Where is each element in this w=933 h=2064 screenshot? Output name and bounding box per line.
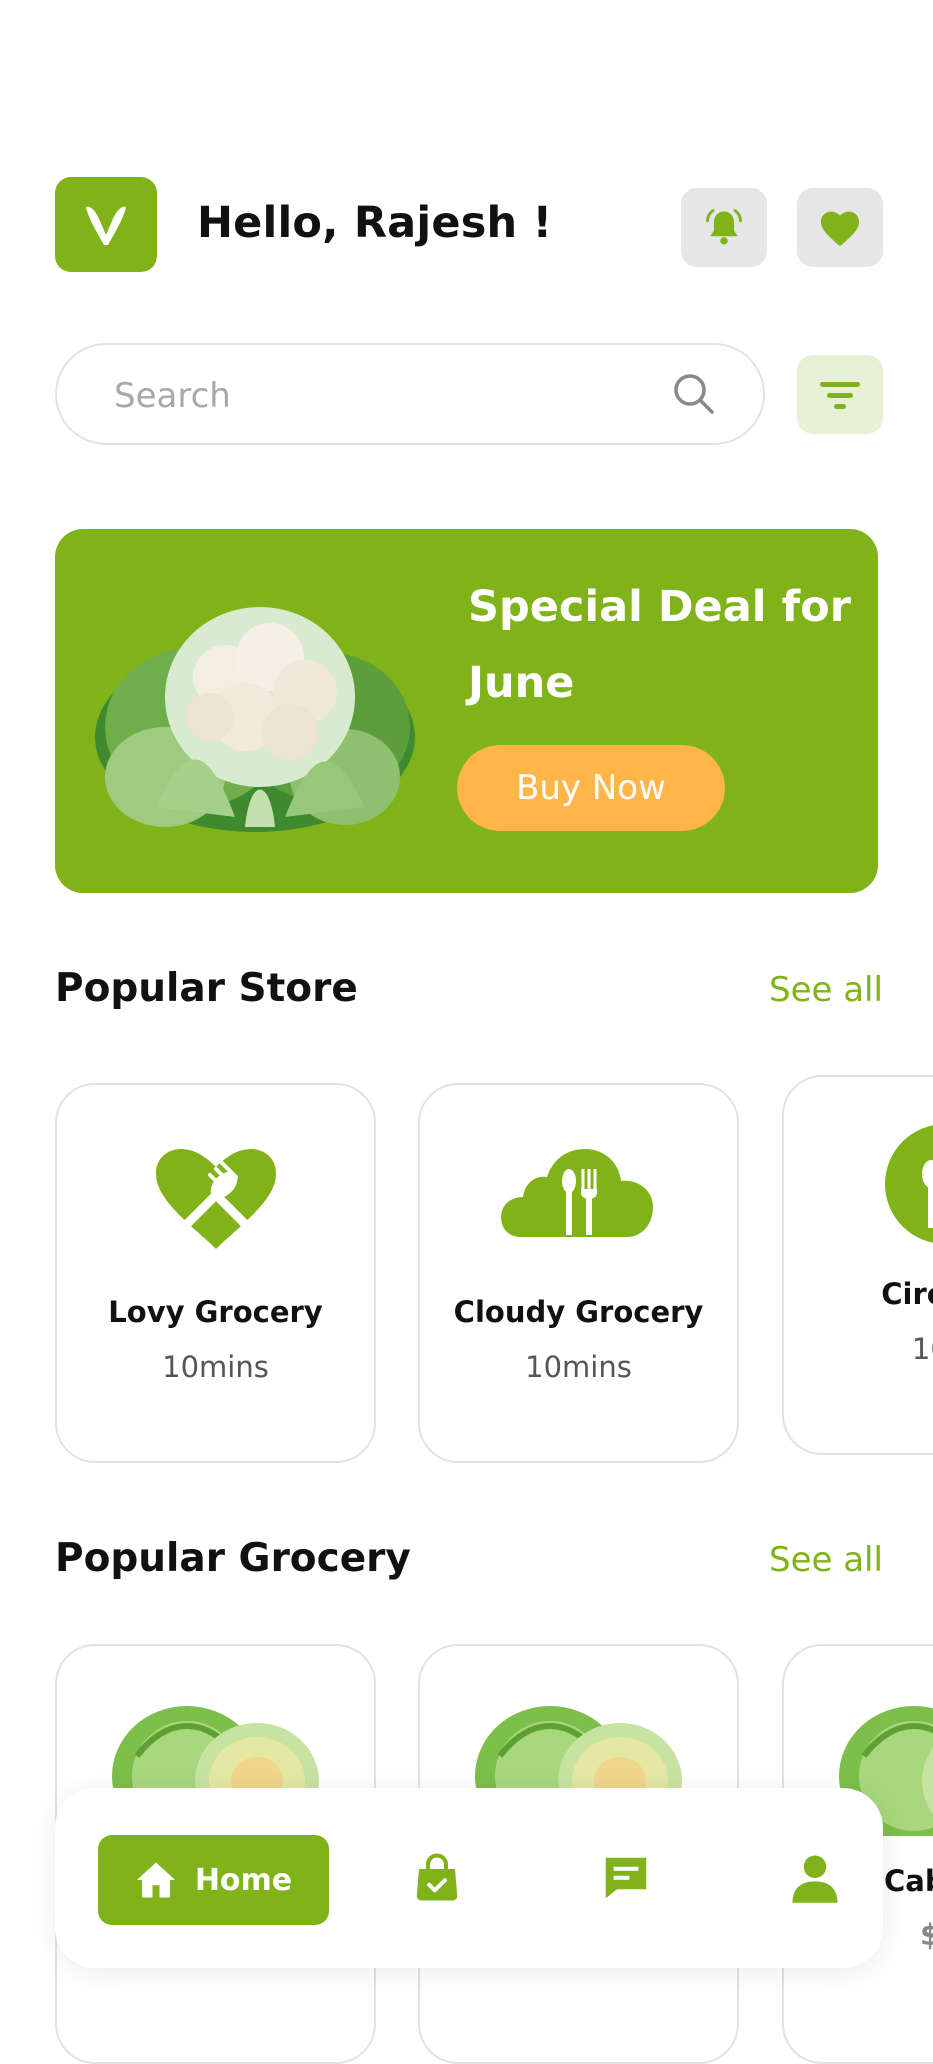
- bottom-navigation: Home: [55, 1788, 883, 1968]
- store-time: 10m: [784, 1332, 933, 1366]
- bell-icon: [702, 206, 746, 250]
- app-logo: [55, 177, 157, 272]
- popular-store-see-all[interactable]: See all: [769, 970, 883, 1010]
- store-name: Cloudy Grocery: [420, 1295, 737, 1329]
- grocery-name: Cab: [884, 1864, 933, 1898]
- store-card[interactable]: Circlo G 10m: [782, 1075, 933, 1455]
- buy-now-button[interactable]: Buy Now: [457, 745, 725, 831]
- search-icon[interactable]: [670, 370, 718, 418]
- nav-home-label: Home: [195, 1863, 292, 1898]
- nav-messages-button[interactable]: [596, 1848, 656, 1908]
- popular-grocery-see-all[interactable]: See all: [769, 1540, 883, 1580]
- search-bar[interactable]: [55, 343, 765, 445]
- heart-icon: [818, 208, 862, 248]
- favorites-button[interactable]: [797, 188, 883, 267]
- circle-utensils-icon: [883, 1122, 933, 1246]
- store-card[interactable]: Lovy Grocery 10mins: [55, 1083, 376, 1463]
- search-input[interactable]: [112, 369, 636, 423]
- store-time: 10mins: [57, 1350, 374, 1384]
- cauliflower-image: [85, 577, 425, 837]
- profile-icon: [788, 1851, 842, 1905]
- heart-utensils-icon: [154, 1147, 278, 1251]
- grocery-price: $: [920, 1918, 933, 1952]
- store-name: Circlo G: [784, 1277, 933, 1311]
- nav-home-button[interactable]: Home: [98, 1835, 329, 1925]
- popular-grocery-title: Popular Grocery: [55, 1536, 411, 1581]
- banner-title: Special Deal for June: [468, 569, 858, 721]
- store-name: Lovy Grocery: [57, 1295, 374, 1329]
- nav-profile-button[interactable]: [785, 1848, 845, 1908]
- shopping-bag-icon: [410, 1851, 464, 1905]
- promo-banner[interactable]: Special Deal for June Buy Now: [55, 529, 878, 893]
- greeting-text: Hello, Rajesh !: [197, 198, 552, 248]
- nav-orders-button[interactable]: [407, 1848, 467, 1908]
- cloud-utensils-icon: [501, 1147, 657, 1239]
- home-icon: [135, 1860, 177, 1900]
- logo-icon: [80, 201, 132, 249]
- chat-icon: [599, 1851, 653, 1905]
- filter-icon: [818, 379, 862, 411]
- filter-button[interactable]: [797, 355, 883, 434]
- notifications-button[interactable]: [681, 188, 767, 267]
- store-card[interactable]: Cloudy Grocery 10mins: [418, 1083, 739, 1463]
- store-time: 10mins: [420, 1350, 737, 1384]
- popular-store-title: Popular Store: [55, 966, 358, 1011]
